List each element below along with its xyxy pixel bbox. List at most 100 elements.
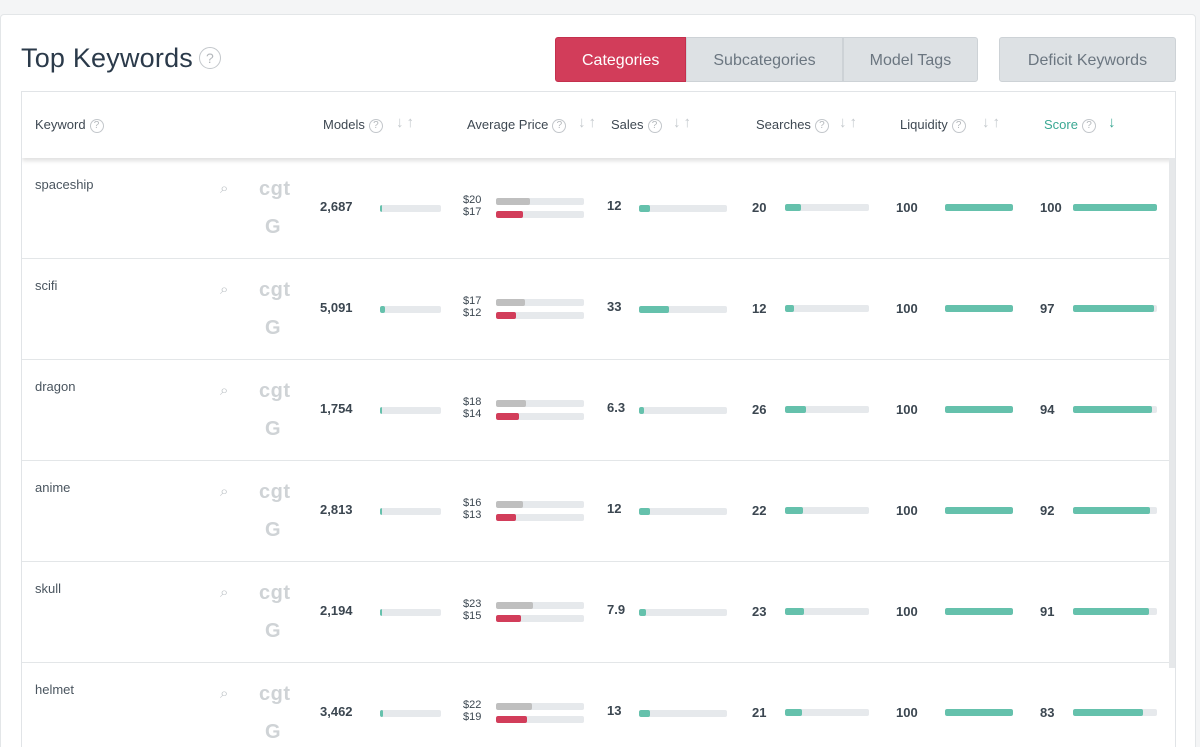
price-low-value: $13 [463,509,482,521]
searches-bar-fill [785,709,802,716]
keyword-help-icon[interactable]: ? [89,118,104,133]
col-score: Score? [1044,117,1096,133]
table-row[interactable]: helmet ⌕ cgt G 3,462 $22 $19 13 21 100 83 [22,663,1170,747]
google-link-icon[interactable]: G [265,721,281,744]
keyword-label[interactable]: spaceship [35,177,94,192]
sort-asc-icon[interactable]: ↑ [589,114,600,131]
keyword-label[interactable]: anime [35,480,70,495]
sort-desc-icon[interactable]: ↓ [673,114,684,131]
avg-price-sort: ↓↑ [578,114,599,131]
google-link-icon[interactable]: G [265,519,281,542]
liquidity-bar [945,608,1013,615]
score-value: 97 [1040,301,1055,316]
price-low-value: $12 [463,307,482,319]
sales-bar [639,306,727,313]
sales-value: 13 [607,703,622,718]
searches-value: 12 [752,301,767,316]
search-icon[interactable]: ⌕ [220,483,228,500]
price-high-bar-fill [496,400,526,407]
score-value: 100 [1040,200,1062,215]
price-low-value: $14 [463,408,482,420]
google-link-icon[interactable]: G [265,418,281,441]
models-help-icon[interactable]: ? [368,118,383,133]
table-row[interactable]: skull ⌕ cgt G 2,194 $23 $15 7.9 23 100 91 [22,562,1170,663]
scrollbar[interactable] [1169,158,1175,668]
price-high-bar-fill [496,198,531,205]
col-liquidity: Liquidity? [900,117,966,133]
google-link-icon[interactable]: G [265,216,281,239]
liquidity-help-icon[interactable]: ? [951,118,966,133]
sort-desc-active-icon[interactable]: ↓ [1108,114,1119,131]
score-bar [1073,507,1157,514]
search-icon[interactable]: ⌕ [220,281,228,298]
cgtrader-link-icon[interactable]: cgt [259,380,291,403]
price-low-bar-fill [496,413,519,420]
cgtrader-link-icon[interactable]: cgt [259,582,291,605]
avg-price-help-icon[interactable]: ? [552,118,567,133]
table-header: Keyword? Models? ↓↑ Average Price? ↓↑ Sa… [22,92,1175,158]
tab-categories[interactable]: Categories [555,37,687,82]
cgtrader-link-icon[interactable]: cgt [259,178,291,201]
searches-help-icon[interactable]: ? [814,118,829,133]
sort-desc-icon[interactable]: ↓ [982,114,993,131]
price-low-bar-fill [496,312,517,319]
table-row[interactable]: scifi ⌕ cgt G 5,091 $17 $12 33 12 100 97 [22,259,1170,360]
score-bar-fill [1073,608,1150,615]
sales-bar-fill [639,407,645,414]
searches-sort: ↓↑ [839,114,860,131]
table-row[interactable]: spaceship ⌕ cgt G 2,687 $20 $17 12 20 100 100 [22,158,1170,259]
price-high-bar-fill [496,501,524,508]
table-row[interactable]: dragon ⌕ cgt G 1,754 $18 $14 6.3 26 100 94 [22,360,1170,461]
col-keyword-label: Keyword [35,117,86,132]
price-low-bar [496,312,584,319]
search-icon[interactable]: ⌕ [220,180,228,197]
search-icon[interactable]: ⌕ [220,382,228,399]
deficit-keywords-button[interactable]: Deficit Keywords [999,37,1176,82]
sort-asc-icon[interactable]: ↑ [684,114,695,131]
score-bar [1073,406,1157,413]
score-help-icon[interactable]: ? [1081,118,1096,133]
sort-asc-icon[interactable]: ↑ [850,114,861,131]
sales-value: 6.3 [607,400,626,415]
col-avg-price-label: Average Price [467,117,549,132]
keyword-label[interactable]: skull [35,581,61,596]
sort-asc-icon[interactable]: ↑ [407,114,418,131]
cgtrader-link-icon[interactable]: cgt [259,279,291,302]
sales-help-icon[interactable]: ? [647,118,662,133]
price-high-bar-fill [496,703,533,710]
price-low-value: $15 [463,610,482,622]
price-high-bar [496,501,584,508]
sort-desc-icon[interactable]: ↓ [578,114,589,131]
col-keyword: Keyword? [35,117,104,133]
sort-desc-icon[interactable]: ↓ [396,114,407,131]
title-help-icon[interactable]: ? [198,46,221,69]
models-bar [380,609,441,616]
price-low-value: $17 [463,206,482,218]
sort-desc-icon[interactable]: ↓ [839,114,850,131]
col-liquidity-label: Liquidity [900,117,948,132]
sales-bar [639,609,727,616]
searches-value: 21 [752,705,767,720]
col-models: Models? [323,117,383,133]
keyword-label[interactable]: helmet [35,682,74,697]
page-title: Top Keywords? [21,43,221,74]
tab-subcategories[interactable]: Subcategories [686,37,843,82]
price-low-bar-fill [496,615,521,622]
cgtrader-link-icon[interactable]: cgt [259,481,291,504]
google-link-icon[interactable]: G [265,620,281,643]
google-link-icon[interactable]: G [265,317,281,340]
search-icon[interactable]: ⌕ [220,685,228,702]
score-bar-fill [1073,709,1143,716]
table-row[interactable]: anime ⌕ cgt G 2,813 $16 $13 12 22 100 92 [22,461,1170,562]
liquidity-bar-fill [945,305,1013,312]
keyword-label[interactable]: dragon [35,379,75,394]
liquidity-value: 100 [896,705,918,720]
sort-asc-icon[interactable]: ↑ [993,114,1004,131]
keywords-panel: Top Keywords? Categories Subcategories M… [0,14,1196,747]
searches-value: 26 [752,402,767,417]
tab-model-tags[interactable]: Model Tags [842,37,979,82]
cgtrader-link-icon[interactable]: cgt [259,683,291,706]
keyword-label[interactable]: scifi [35,278,57,293]
search-icon[interactable]: ⌕ [220,584,228,601]
models-value: 1,754 [320,401,353,416]
